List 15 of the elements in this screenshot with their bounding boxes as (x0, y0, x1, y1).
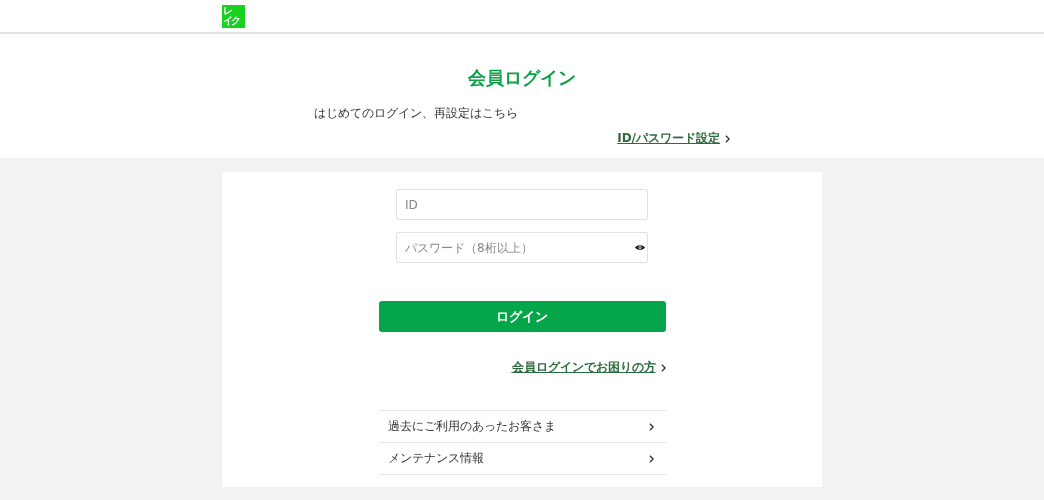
chevron-right-icon (648, 422, 654, 431)
chevron-right-icon (648, 454, 654, 463)
intro-text: はじめてのログイン、再設定はこちら (314, 105, 519, 122)
menu-item[interactable]: メンテナンス情報 (378, 443, 666, 475)
menu-item[interactable]: 過去にご利用のあったお客さま (378, 411, 666, 443)
chevron-right-icon (725, 134, 730, 143)
chevron-right-icon (660, 363, 666, 372)
menu-item-label: メンテナンス情報 (387, 450, 484, 467)
id-field[interactable]: ID (396, 189, 648, 220)
login-help-link[interactable]: 会員ログインでお困りの方 (511, 359, 656, 376)
eye-icon[interactable] (635, 244, 645, 251)
password-field[interactable]: パスワード（8桁以上） (396, 232, 648, 263)
page-title: 会員ログイン (468, 66, 576, 90)
menu-item-label: 過去にご利用のあったお客さま (387, 418, 556, 435)
password-setup-link[interactable]: ID/パスワード設定 (617, 130, 720, 147)
